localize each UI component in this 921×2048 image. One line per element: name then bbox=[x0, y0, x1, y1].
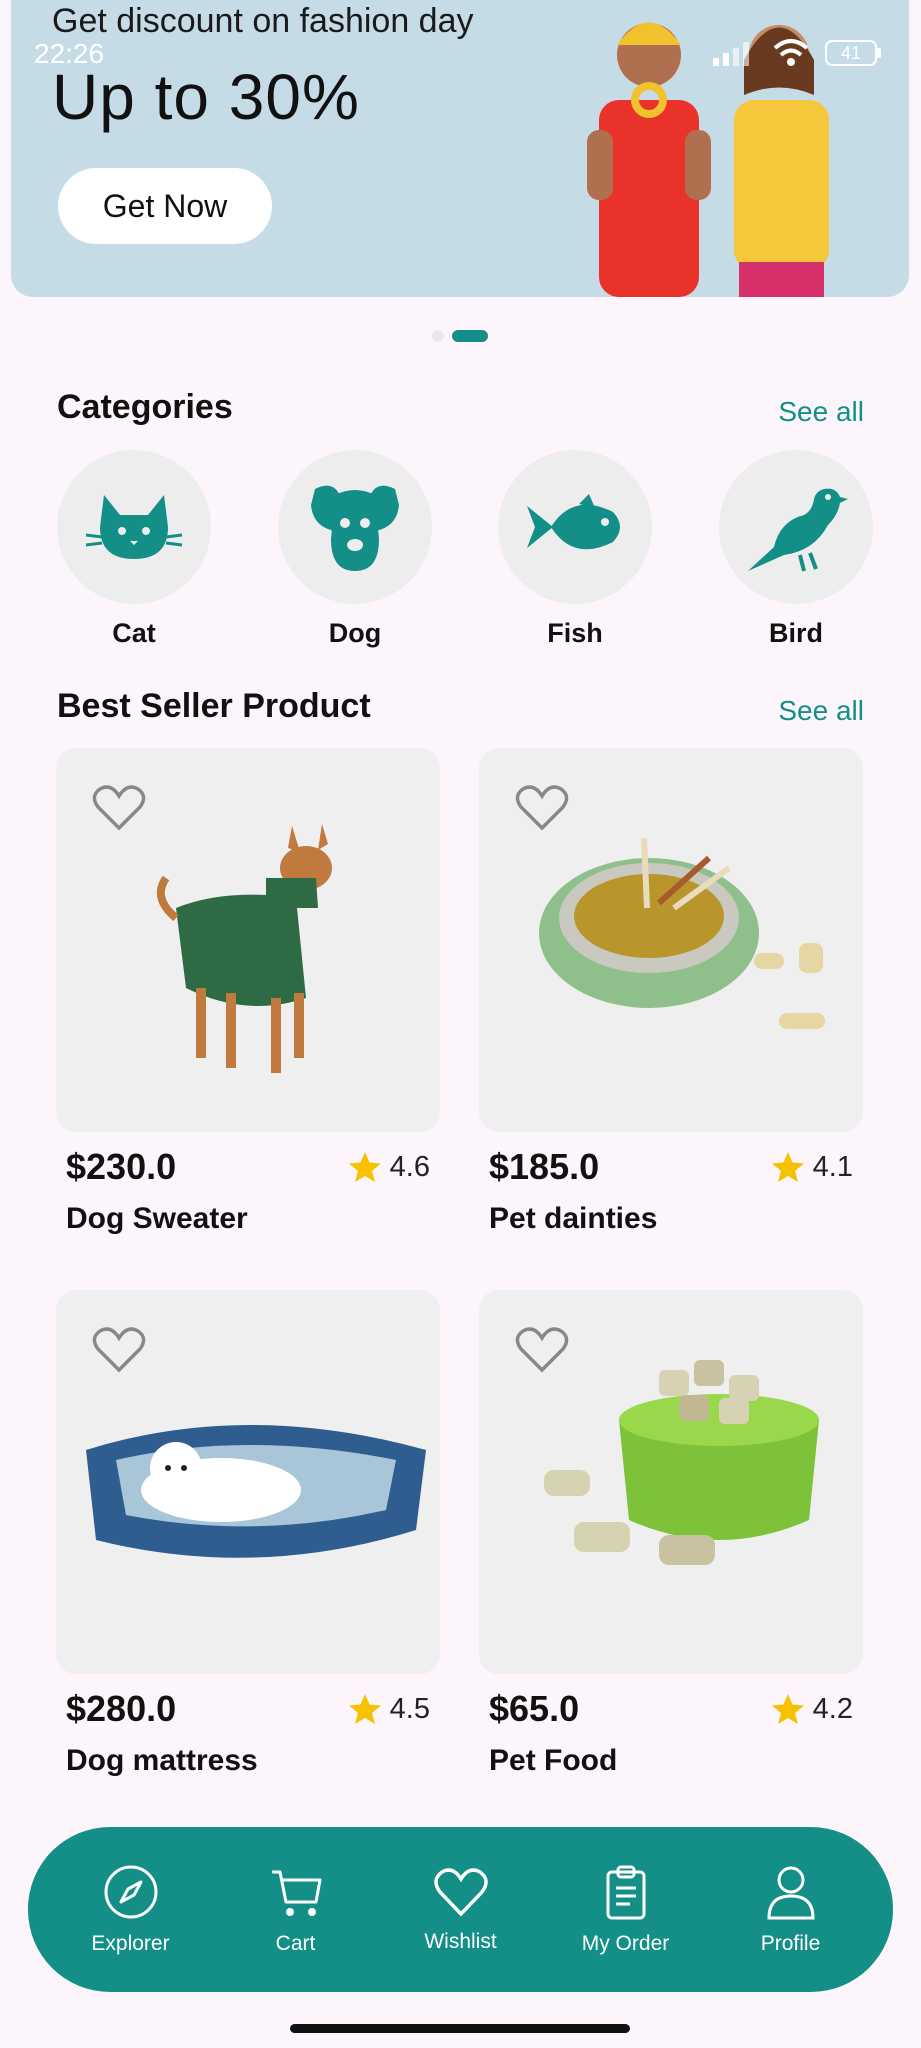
product-image bbox=[56, 748, 440, 1132]
carousel-dot[interactable] bbox=[432, 330, 444, 342]
nav-label: My Order bbox=[581, 1931, 670, 1955]
nav-label: Cart bbox=[275, 1931, 316, 1955]
product-name: Dog mattress bbox=[66, 1744, 258, 1777]
bird-icon bbox=[748, 488, 848, 572]
product-card[interactable]: $280.0 4.5 Dog mattress bbox=[56, 1290, 440, 1778]
rating-value: 4.1 bbox=[812, 1150, 853, 1183]
product-card[interactable]: $65.0 4.2 Pet Food bbox=[479, 1290, 863, 1778]
category-dog[interactable]: Dog bbox=[278, 450, 432, 649]
category-label: Dog bbox=[328, 618, 382, 648]
category-label: Bird bbox=[769, 618, 823, 648]
pet-dainties-picture bbox=[539, 837, 825, 1029]
compass-icon bbox=[104, 1865, 157, 1918]
clipboard-icon bbox=[606, 1865, 645, 1919]
star-icon bbox=[771, 1694, 804, 1724]
pet-food-picture bbox=[544, 1360, 819, 1565]
category-fish[interactable]: Fish bbox=[498, 450, 652, 649]
wifi-icon bbox=[773, 39, 809, 66]
product-price: $230.0 bbox=[66, 1146, 177, 1187]
category-bird[interactable]: Bird bbox=[719, 450, 873, 649]
product-rating: 4.1 bbox=[771, 1151, 853, 1184]
status-icons: 41 bbox=[713, 38, 881, 68]
product-card[interactable]: $185.0 4.1 Pet dainties bbox=[479, 748, 863, 1236]
signal-icon bbox=[713, 42, 749, 66]
product-rating: 4.6 bbox=[348, 1151, 430, 1184]
nav-cart[interactable]: Cart bbox=[221, 1864, 371, 1956]
product-name: Dog Sweater bbox=[66, 1202, 248, 1235]
product-rating: 4.5 bbox=[348, 1693, 430, 1726]
nav-label: Profile bbox=[760, 1931, 821, 1955]
product-name: Pet Food bbox=[489, 1744, 618, 1777]
product-price: $185.0 bbox=[489, 1146, 600, 1187]
dog-icon bbox=[311, 485, 399, 571]
star-icon bbox=[348, 1694, 381, 1724]
category-label: Fish bbox=[547, 618, 603, 648]
dog-sweater-picture bbox=[156, 824, 332, 1073]
rating-value: 4.5 bbox=[389, 1692, 430, 1725]
product-image bbox=[479, 748, 863, 1132]
user-icon bbox=[766, 1866, 815, 1919]
banner-subtitle: Get discount on fashion day bbox=[52, 2, 474, 40]
rating-value: 4.2 bbox=[812, 1692, 853, 1725]
category-label: Cat bbox=[112, 618, 156, 648]
carousel-dot-active[interactable] bbox=[452, 330, 488, 342]
nav-my-order[interactable]: My Order bbox=[551, 1864, 701, 1956]
product-name: Pet dainties bbox=[489, 1202, 658, 1235]
home-indicator bbox=[290, 2024, 630, 2033]
product-price: $65.0 bbox=[489, 1688, 580, 1729]
fish-icon bbox=[527, 494, 620, 550]
best-seller-see-all-link[interactable]: See all bbox=[778, 695, 864, 727]
product-price: $280.0 bbox=[66, 1688, 177, 1729]
nav-profile[interactable]: Profile bbox=[716, 1864, 866, 1956]
heart-icon bbox=[433, 1867, 488, 1917]
banner-title: Up to 30% bbox=[52, 61, 360, 133]
carousel-indicator bbox=[432, 330, 488, 342]
bottom-navigation: Explorer Cart Wishlist My Order Profile bbox=[28, 1827, 893, 1992]
nav-wishlist[interactable]: Wishlist bbox=[386, 1866, 536, 1954]
nav-explorer[interactable]: Explorer bbox=[56, 1864, 206, 1956]
cat-icon bbox=[85, 495, 183, 559]
nav-label: Wishlist bbox=[424, 1929, 497, 1953]
categories-see-all-link[interactable]: See all bbox=[778, 396, 864, 428]
star-icon bbox=[771, 1152, 804, 1182]
status-time: 22:26 bbox=[34, 38, 105, 69]
product-card[interactable]: $230.0 4.6 Dog Sweater bbox=[56, 748, 440, 1236]
product-image bbox=[479, 1290, 863, 1674]
categories-title: Categories bbox=[57, 388, 233, 426]
cart-icon bbox=[271, 1870, 321, 1916]
rating-value: 4.6 bbox=[389, 1150, 430, 1183]
get-now-button[interactable]: Get Now bbox=[58, 168, 272, 244]
product-image bbox=[56, 1290, 440, 1674]
battery-level: 41 bbox=[825, 40, 877, 66]
best-seller-title: Best Seller Product bbox=[57, 687, 371, 725]
nav-label: Explorer bbox=[91, 1931, 170, 1955]
battery-icon: 41 bbox=[825, 40, 881, 66]
product-rating: 4.2 bbox=[771, 1693, 853, 1726]
dog-mattress-picture bbox=[86, 1425, 426, 1558]
star-icon bbox=[348, 1152, 381, 1182]
category-cat[interactable]: Cat bbox=[57, 450, 211, 649]
